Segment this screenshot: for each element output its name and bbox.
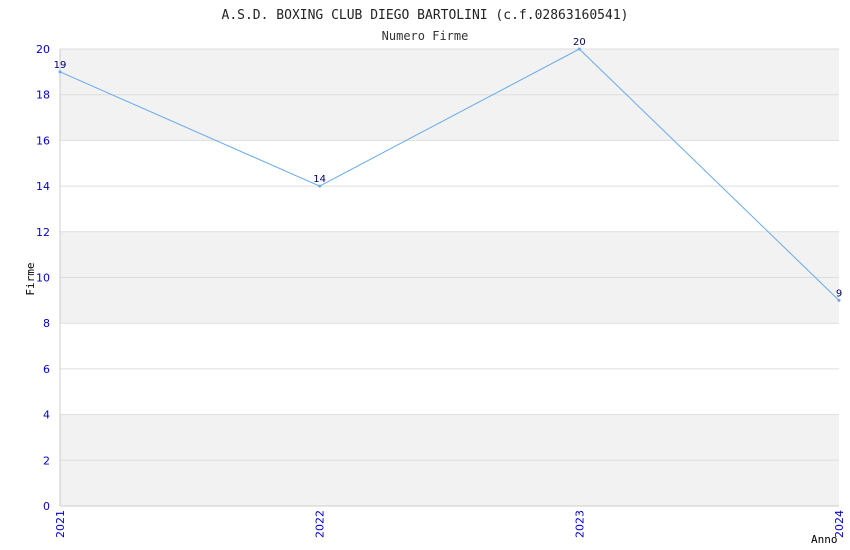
- y-tick-label: 12: [36, 226, 50, 239]
- y-tick-label: 4: [43, 409, 50, 422]
- chart-subtitle: Numero Firme: [382, 29, 469, 43]
- background-band: [60, 49, 839, 95]
- data-label: 9: [836, 288, 842, 299]
- background-band: [60, 231, 839, 278]
- y-tick-label: 0: [43, 500, 50, 513]
- background-band: [60, 460, 839, 506]
- x-tick-label: 2022: [314, 510, 327, 538]
- background-band: [60, 414, 839, 461]
- x-tick-label: 2021: [54, 510, 67, 538]
- y-tick-label: 8: [43, 317, 50, 330]
- data-label: 14: [313, 174, 326, 185]
- background-band: [60, 140, 839, 187]
- y-tick-label: 6: [43, 363, 50, 376]
- chart-title: A.S.D. BOXING CLUB DIEGO BARTOLINI (c.f.…: [222, 8, 629, 23]
- background-band: [60, 323, 839, 369]
- background-band: [60, 277, 839, 324]
- background-band: [60, 186, 839, 232]
- line-chart: 02468101214161820 2021 2022 2023 2024 19142…: [24, 8, 846, 546]
- x-axis-title: Anno: [811, 533, 838, 546]
- data-label: 20: [573, 37, 586, 48]
- y-tick-label: 20: [36, 43, 50, 56]
- x-tick-labels: 2021 2022 2023 2024: [54, 510, 846, 538]
- y-tick-label: 2: [43, 454, 50, 467]
- y-tick-label: 18: [36, 89, 50, 102]
- y-tick-label: 14: [36, 180, 50, 193]
- y-tick-label: 10: [36, 272, 50, 285]
- y-tick-label: 16: [36, 134, 50, 147]
- x-tick-label: 2023: [573, 510, 586, 538]
- data-label: 19: [54, 60, 67, 71]
- y-tick-labels: 0 2 4 6 8 10 12 14 16 18 20: [36, 43, 50, 513]
- y-axis-title: Firme: [24, 262, 37, 295]
- background-band: [60, 368, 839, 415]
